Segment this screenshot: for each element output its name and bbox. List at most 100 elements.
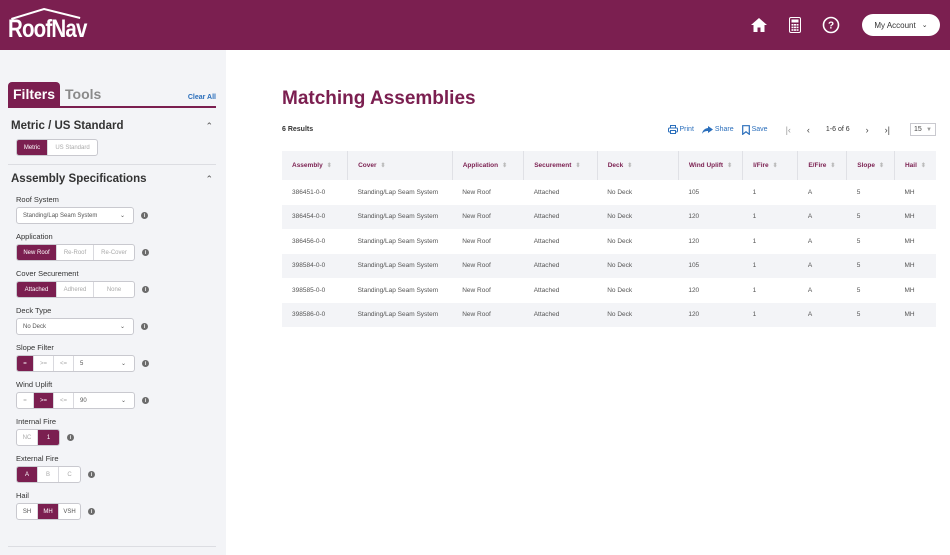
securement-attached-button[interactable]: Attached <box>17 282 57 297</box>
column-header-label: Application <box>462 162 499 169</box>
info-icon[interactable]: i <box>142 397 149 404</box>
sort-icon[interactable]: ⬍ <box>502 163 507 169</box>
assembly-id-cell[interactable]: 398584-0-0 <box>282 253 348 278</box>
calculator-icon[interactable] <box>784 14 806 36</box>
table-cell: New Roof <box>452 204 524 229</box>
table-cell: 1 <box>742 204 798 229</box>
sort-icon[interactable]: ⬍ <box>773 163 778 169</box>
roof-system-select[interactable]: Standing/Lap Seam System ⌄ <box>16 207 134 224</box>
sort-icon[interactable]: ⬍ <box>381 163 386 169</box>
chevron-up-icon[interactable]: ⌃ <box>205 121 213 132</box>
info-icon[interactable]: i <box>88 508 95 515</box>
share-button[interactable]: Share <box>701 125 734 134</box>
column-header[interactable]: I/Fire ⬍ <box>742 151 799 180</box>
table-cell: 120 <box>688 286 700 294</box>
table-row[interactable]: 398585-0-0 Standing/Lap Seam System New Ro… <box>282 278 936 303</box>
info-icon[interactable]: i <box>88 471 95 478</box>
column-header[interactable]: Application ⬍ <box>452 151 525 180</box>
tab-tools[interactable]: Tools <box>60 82 106 106</box>
sort-icon[interactable]: ⬍ <box>727 163 732 169</box>
column-header[interactable]: Wind Uplift ⬍ <box>678 151 744 180</box>
sort-icon[interactable]: ⬍ <box>575 163 580 169</box>
hail-sh-button[interactable]: SH <box>17 504 38 519</box>
wind-equal-button[interactable]: = <box>17 393 34 408</box>
column-header[interactable]: Hail ⬍ <box>894 151 936 180</box>
assembly-id-cell[interactable]: 386456-0-0 <box>282 229 348 254</box>
slope-value: 5 <box>80 360 84 367</box>
table-row[interactable]: 386454-0-0 Standing/Lap Seam System New Ro… <box>282 204 936 229</box>
save-button[interactable]: Save <box>741 124 768 135</box>
sort-icon[interactable]: ⬍ <box>879 163 884 169</box>
table-header-row: Assembly ⬍ Cover ⬍ Application ⬍ Securement ⬍ De… <box>282 151 936 180</box>
securement-adhered-button[interactable]: Adhered <box>57 282 94 297</box>
help-icon[interactable]: ? <box>820 14 842 36</box>
units-us-standard-button[interactable]: US Standard <box>48 140 97 155</box>
assembly-id-cell[interactable]: 398585-0-0 <box>282 278 348 303</box>
external-fire-c-button[interactable]: C <box>59 467 80 482</box>
table-row[interactable]: 386451-0-0 Standing/Lap Seam System New Ro… <box>282 180 936 205</box>
sort-icon[interactable]: ⬍ <box>627 163 632 169</box>
units-section-header[interactable]: Metric / US Standard ⌃ <box>8 108 216 132</box>
table-row[interactable]: 386456-0-0 Standing/Lap Seam System New Ro… <box>282 229 936 254</box>
securement-none-button[interactable]: None <box>94 282 134 297</box>
internal-fire-1-button[interactable]: 1 <box>38 430 59 445</box>
column-header[interactable]: Securement ⬍ <box>523 151 598 180</box>
first-page-button[interactable]: |‹ <box>782 125 795 135</box>
previous-page-button[interactable]: ‹ <box>803 125 814 135</box>
tab-filters[interactable]: Filters <box>8 82 61 106</box>
internal-fire-nc-button[interactable]: NC <box>17 430 38 445</box>
assembly-id-cell[interactable]: 386454-0-0 <box>282 204 348 229</box>
external-fire-b-button[interactable]: B <box>38 467 59 482</box>
next-page-button[interactable]: › <box>862 125 873 135</box>
table-row[interactable]: 398586-0-0 Standing/Lap Seam System New Ro… <box>282 302 936 327</box>
wind-lte-button[interactable]: <= <box>54 393 74 408</box>
application-new-roof-button[interactable]: New Roof <box>17 245 57 260</box>
info-icon[interactable]: i <box>141 323 148 330</box>
column-header[interactable]: Deck ⬍ <box>597 151 679 180</box>
table-row[interactable]: 398584-0-0 Standing/Lap Seam System New Ro… <box>282 253 936 278</box>
hail-mh-button[interactable]: MH <box>38 504 59 519</box>
application-re-cover-button[interactable]: Re-Cover <box>94 245 134 260</box>
sort-icon[interactable]: ⬍ <box>921 163 926 169</box>
assembly-id-cell[interactable]: 386451-0-0 <box>282 180 348 205</box>
hail-vsh-button[interactable]: VSH <box>59 504 80 519</box>
table-cell: No Deck <box>607 188 633 196</box>
column-header[interactable]: Assembly ⬍ <box>282 151 349 180</box>
assembly-id-cell[interactable]: 398586-0-0 <box>282 302 348 327</box>
slope-gte-button[interactable]: >= <box>34 356 54 371</box>
print-button[interactable]: Print <box>667 125 694 134</box>
column-header[interactable]: E/Fire ⬍ <box>797 151 848 180</box>
info-icon[interactable]: i <box>141 212 148 219</box>
slope-value-select[interactable]: 5 ⌄ <box>74 356 134 371</box>
chevron-down-icon: ⌄ <box>120 361 126 367</box>
per-page-select[interactable]: 15 ▼ <box>910 123 936 136</box>
table-cell: Standing/Lap Seam System <box>357 286 439 294</box>
deck-type-select[interactable]: No Deck ⌄ <box>16 318 134 335</box>
wind-gte-button[interactable]: >= <box>34 393 54 408</box>
slope-equal-button[interactable]: = <box>17 356 34 371</box>
last-page-button[interactable]: ›| <box>881 125 894 135</box>
wind-value-select[interactable]: 90 ⌄ <box>74 393 134 408</box>
home-icon[interactable] <box>748 14 770 36</box>
table-cell: New Roof <box>462 237 491 245</box>
units-metric-button[interactable]: Metric <box>17 140 48 155</box>
slope-lte-button[interactable]: <= <box>54 356 74 371</box>
assembly-section-header[interactable]: Assembly Specifications ⌃ <box>8 165 216 185</box>
clear-all-link[interactable]: Clear All <box>188 94 216 101</box>
application-re-roof-button[interactable]: Re-Roof <box>57 245 94 260</box>
info-icon[interactable]: i <box>67 434 74 441</box>
info-icon[interactable]: i <box>142 249 149 256</box>
chevron-up-icon[interactable]: ⌃ <box>205 174 213 185</box>
column-header-label: Assembly <box>292 162 323 169</box>
external-fire-a-button[interactable]: A <box>17 467 38 482</box>
sort-icon[interactable]: ⬍ <box>327 163 332 169</box>
slope-filter-label: Slope Filter <box>16 343 54 352</box>
column-header[interactable]: Slope ⬍ <box>846 151 895 180</box>
chevron-down-icon: ⌄ <box>119 213 125 219</box>
sort-icon[interactable]: ⬍ <box>830 163 835 169</box>
my-account-button[interactable]: My Account ⌄ <box>862 14 940 36</box>
info-icon[interactable]: i <box>142 286 149 293</box>
logo[interactable]: RoofNav <box>8 5 87 45</box>
info-icon[interactable]: i <box>142 360 149 367</box>
column-header[interactable]: Cover ⬍ <box>347 151 453 180</box>
